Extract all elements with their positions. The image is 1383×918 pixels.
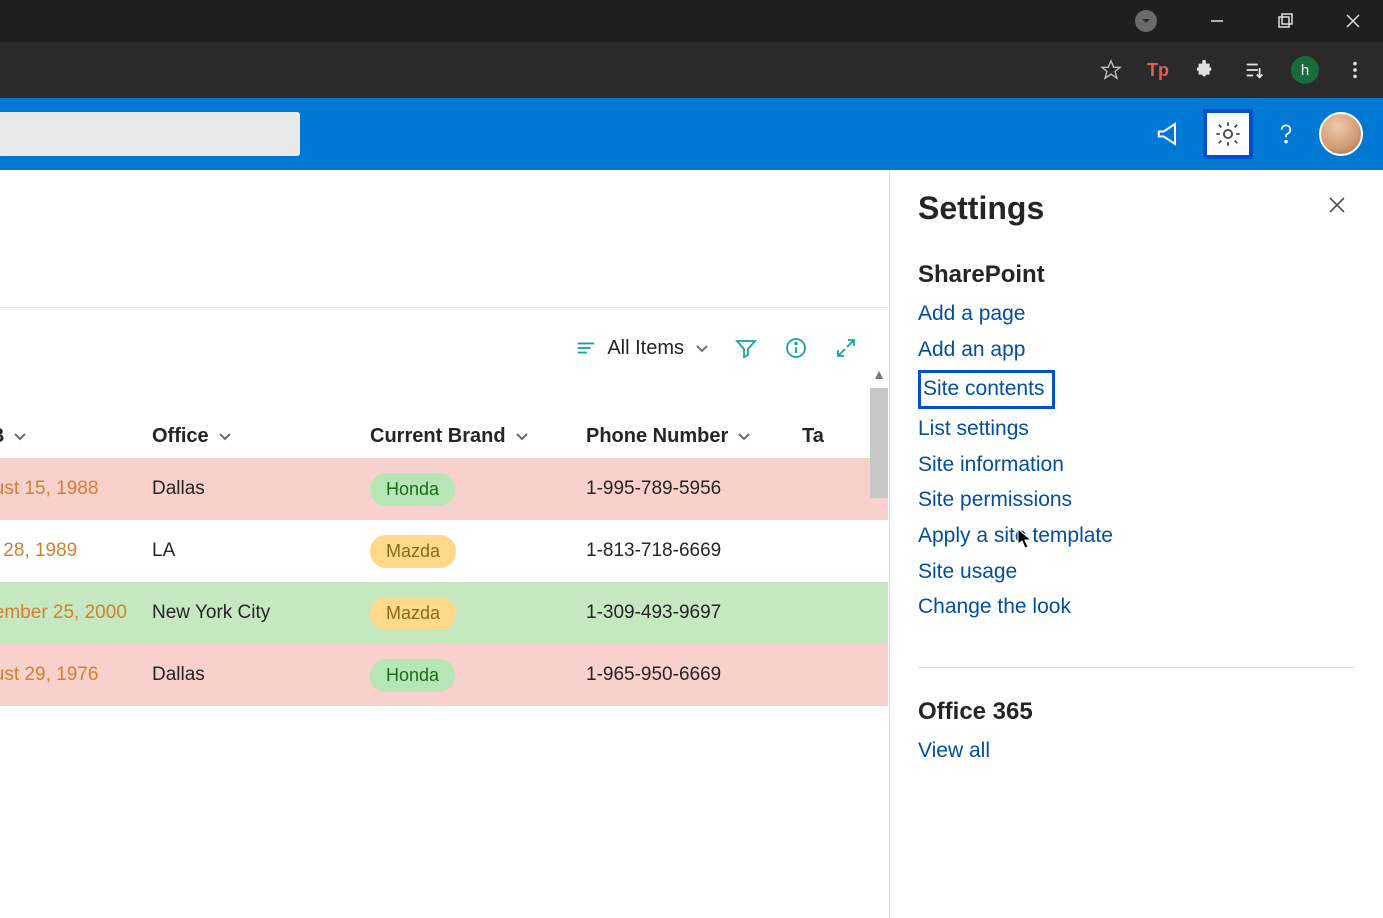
view-label: All Items [607,337,684,360]
extensions-puzzle-icon[interactable] [1191,56,1219,84]
link-apply-template[interactable]: Apply a site template [918,521,1355,552]
sharepoint-links: Add a page Add an app Site contents List… [918,299,1355,623]
table-row[interactable]: November 25, 2000New York CityMazda1-309… [0,582,888,644]
link-view-all[interactable]: View all [918,736,1355,767]
extension-tp-icon[interactable]: Tp [1147,60,1169,81]
megaphone-icon[interactable] [1145,109,1195,159]
sharepoint-header [0,98,1383,170]
column-header-brand[interactable]: Current Brand [370,425,586,448]
scrollbar-thumb[interactable] [870,388,888,498]
cell-dob: August 29, 1976 [0,664,152,686]
cell-office: Dallas [152,478,370,500]
settings-gear-button[interactable] [1203,109,1253,159]
cell-brand: Honda [370,473,586,506]
chevron-down-icon [736,428,752,444]
bookmark-star-icon[interactable] [1097,56,1125,84]
link-add-page[interactable]: Add a page [918,299,1355,330]
table-header-row: DOB Office Current Brand Phone Number Ta [0,388,888,458]
list-table: ▲ DOB Office Current Brand Phone Number [0,388,888,706]
column-header-dob[interactable]: DOB [0,425,152,448]
help-icon[interactable] [1261,109,1311,159]
settings-panel: Settings SharePoint Add a page Add an ap… [889,170,1383,918]
cell-dob: November 25, 2000 [0,602,152,624]
panel-divider [918,667,1355,668]
scroll-up-arrow[interactable]: ▲ [872,366,886,382]
cell-dob: April 28, 1989 [0,540,152,562]
cell-brand: Mazda [370,597,586,630]
chevron-down-icon [694,340,710,356]
close-panel-button[interactable] [1319,190,1355,226]
link-site-contents[interactable]: Site contents [918,370,1055,409]
column-header-phone[interactable]: Phone Number [586,425,802,448]
column-header-tag[interactable]: Ta [802,425,862,448]
chevron-down-icon [217,428,233,444]
cell-phone: 1-995-789-5956 [586,478,802,500]
link-add-app[interactable]: Add an app [918,335,1355,366]
reading-list-icon[interactable] [1241,56,1269,84]
cell-office: LA [152,540,370,562]
site-header-region [0,170,888,308]
cell-phone: 1-965-950-6669 [586,664,802,686]
filter-icon[interactable] [732,334,760,362]
office365-section-heading: Office 365 [918,698,1355,726]
info-icon[interactable] [782,334,810,362]
window-maximize-button[interactable] [1265,1,1305,41]
list-toolbar: All Items [0,308,888,388]
browser-toolbar: Tp h [0,42,1383,98]
sharepoint-section-heading: SharePoint [918,261,1355,289]
table-row[interactable]: August 15, 1988DallasHonda1-995-789-5956 [0,458,888,520]
link-site-information[interactable]: Site information [918,450,1355,481]
table-row[interactable]: August 29, 1976DallasHonda1-965-950-6669 [0,644,888,706]
link-site-usage[interactable]: Site usage [918,557,1355,588]
cell-office: New York City [152,602,370,624]
chevron-down-icon [514,428,530,444]
cell-office: Dallas [152,664,370,686]
cell-brand: Honda [370,659,586,692]
link-site-permissions[interactable]: Site permissions [918,485,1355,516]
table-row[interactable]: April 28, 1989LAMazda1-813-718-6669 [0,520,888,582]
column-header-office[interactable]: Office [152,425,370,448]
browser-menu-icon[interactable] [1341,56,1369,84]
settings-title: Settings [918,190,1044,227]
window-close-button[interactable] [1333,1,1373,41]
browser-profile-avatar[interactable]: h [1291,56,1319,84]
link-list-settings[interactable]: List settings [918,414,1355,445]
cell-phone: 1-309-493-9697 [586,602,802,624]
search-input[interactable] [0,112,300,156]
cell-brand: Mazda [370,535,586,568]
chevron-down-icon [12,428,28,444]
tab-dropdown-icon[interactable] [1135,10,1157,32]
expand-icon[interactable] [832,334,860,362]
link-change-look[interactable]: Change the look [918,592,1355,623]
window-titlebar [0,0,1383,42]
cell-phone: 1-813-718-6669 [586,540,802,562]
cell-dob: August 15, 1988 [0,478,152,500]
window-minimize-button[interactable] [1197,1,1237,41]
view-selector[interactable]: All Items [575,337,710,360]
user-avatar[interactable] [1319,112,1363,156]
